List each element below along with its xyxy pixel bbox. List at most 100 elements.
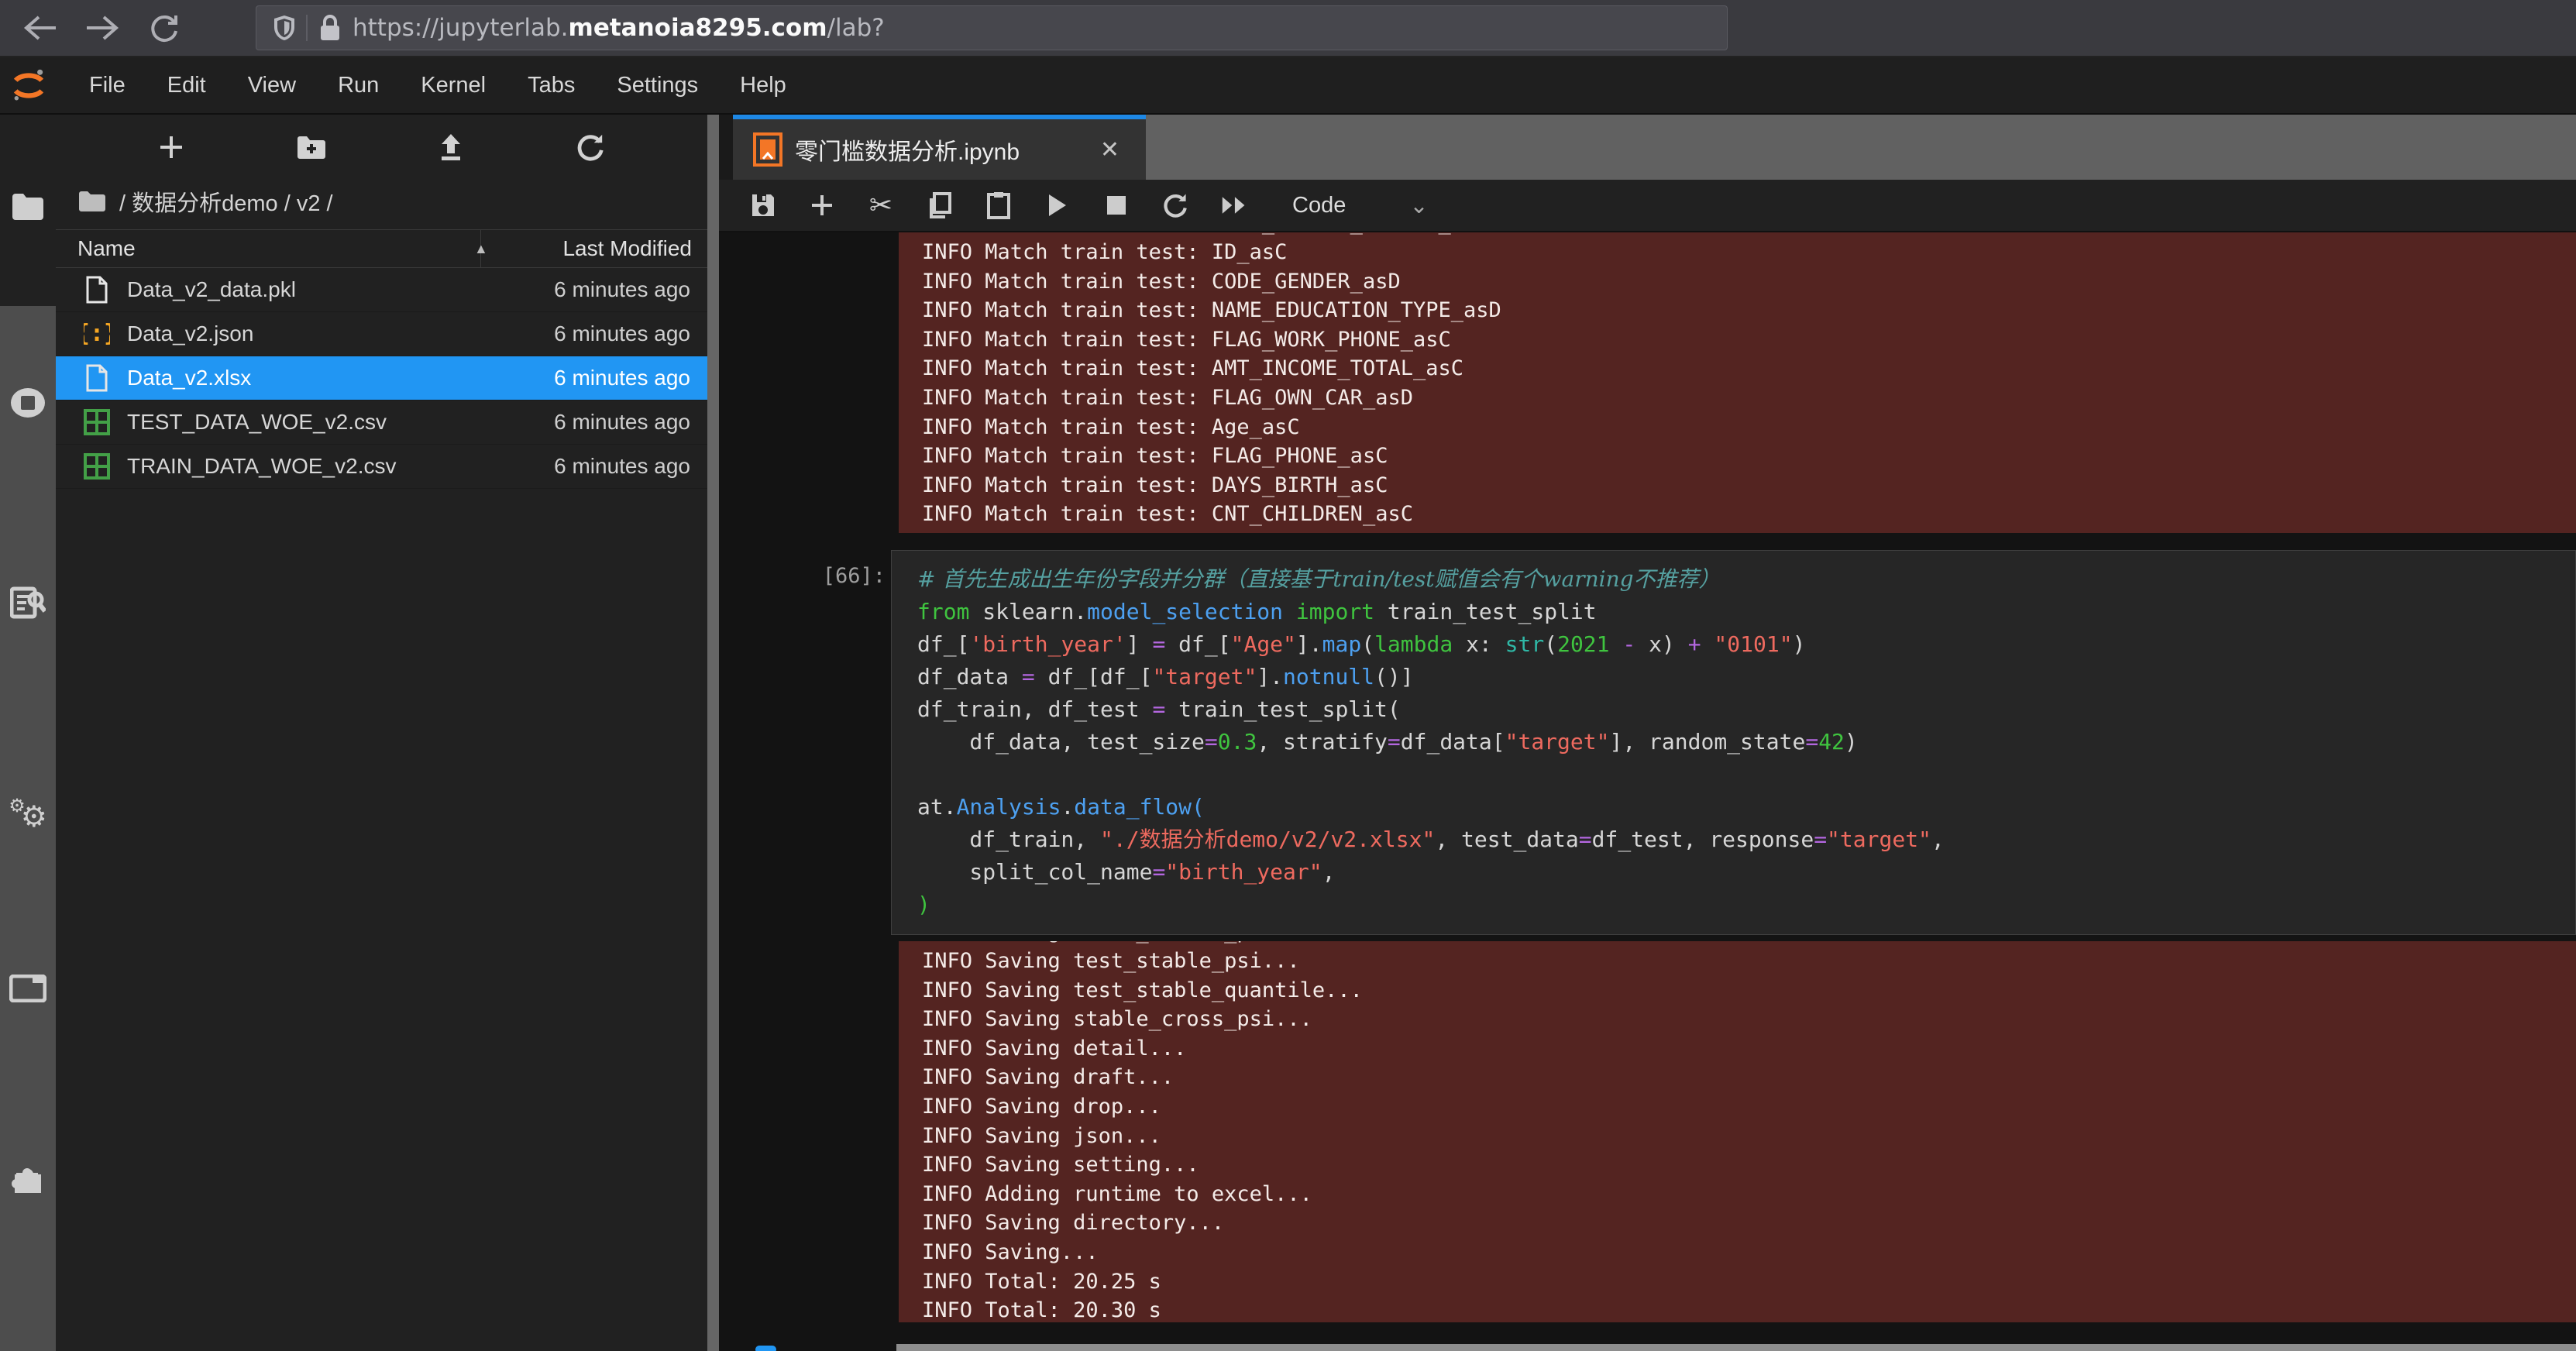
output-line: INFO Match train test: DAYS_BIRTH_asC (922, 471, 2576, 500)
output-line: INFO Saving json... (922, 1122, 2576, 1151)
svg-text:{:}: {:} (84, 320, 110, 347)
code-line: df_train, "./数据分析demo/v2/v2.xlsx", test_… (917, 823, 2575, 856)
notebook-tab[interactable]: 零门槛数据分析.ipynb ✕ (733, 115, 1146, 180)
new-folder-icon[interactable] (296, 134, 327, 160)
home-folder-icon[interactable] (77, 190, 107, 213)
file-name: Data_v2.xlsx (127, 366, 554, 390)
property-inspector-icon[interactable]: ⚙⚙ (0, 795, 56, 834)
tracking-shield-icon[interactable] (273, 15, 295, 41)
next-cell-top-edge (896, 1344, 2576, 1351)
output-line: INFO Match train test: Age_asC (922, 413, 2576, 442)
sort-by-modified-header[interactable]: Last Modified (480, 230, 707, 267)
output-line: INFO Saving draft... (922, 1063, 2576, 1092)
tab-title: 零门槛数据分析.ipynb (795, 132, 1100, 167)
restart-kernel-icon[interactable] (1162, 192, 1188, 218)
tab-close-icon[interactable]: ✕ (1100, 136, 1119, 163)
menu-file[interactable]: File (68, 73, 146, 98)
next-cell-collapser[interactable] (755, 1346, 776, 1351)
output-line: INFO Total: 20.30 s (922, 1296, 2576, 1322)
menu-items: FileEditViewRunKernelTabsSettingsHelp (46, 73, 807, 98)
output-line: INFO Saving test_stable_quantile... (922, 976, 2576, 1006)
code-line: from sklearn.model_selection import trai… (917, 596, 2575, 628)
sort-by-name-header[interactable]: Name (56, 236, 480, 261)
copy-cells-icon[interactable] (927, 192, 953, 218)
refresh-icon[interactable] (576, 132, 605, 162)
file-file-icon (84, 364, 110, 392)
output-line-clipped: INFO Match train test: NAME_FAMILY_STATU… (922, 232, 2576, 238)
sort-ascending-icon[interactable]: ▲ (474, 241, 488, 257)
command-palette-icon[interactable] (0, 586, 56, 620)
file-name: TRAIN_DATA_WOE_v2.csv (127, 454, 554, 479)
open-tabs-icon[interactable] (0, 975, 56, 1002)
extension-manager-icon[interactable] (0, 1159, 56, 1195)
output-line: INFO Saving... (922, 1238, 2576, 1267)
menu-run[interactable]: Run (317, 73, 400, 98)
browser-toolbar: https://jupyterlab.metanoia8295.com/lab? (0, 0, 2576, 57)
cell-output-stderr: INFO Saving train_stable_psi...INFO Savi… (899, 941, 2576, 1322)
upload-icon[interactable] (438, 132, 464, 162)
jupyter-logo-icon (11, 67, 46, 103)
address-bar[interactable]: https://jupyterlab.metanoia8295.com/lab? (256, 5, 1728, 50)
cell-output-stderr: INFO Match train test: NAME_FAMILY_STATU… (899, 232, 2576, 533)
dock-tab-bar: 零门槛数据分析.ipynb ✕ (719, 115, 2576, 180)
file-row[interactable]: Data_v2.xlsx6 minutes ago (56, 356, 707, 400)
code-line: df_data = df_[df_["target"].notnull()] (917, 661, 2575, 693)
file-row[interactable]: {:}Data_v2.json6 minutes ago (56, 312, 707, 356)
file-browser-toolbar (56, 115, 707, 180)
menu-kernel[interactable]: Kernel (400, 73, 507, 98)
lock-icon (320, 15, 340, 41)
new-launcher-icon[interactable] (158, 134, 184, 160)
menu-settings[interactable]: Settings (596, 73, 719, 98)
csv-file-icon (84, 408, 110, 436)
paste-cells-icon[interactable] (985, 191, 1012, 219)
breadcrumb-path[interactable]: / 数据分析demo / v2 / (119, 185, 333, 218)
file-modified: 6 minutes ago (554, 410, 707, 435)
code-cell-editor[interactable]: # 首先生成出生年份字段并分群（直接基于train/test赋值会有个warni… (891, 550, 2576, 935)
file-browser-panel: / 数据分析demo / v2 / Name ▲ Last Modified D… (56, 115, 707, 1351)
code-line: df_train, df_test = train_test_split( (917, 693, 2575, 726)
menu-view[interactable]: View (227, 73, 317, 98)
running-sessions-icon[interactable] (0, 384, 56, 421)
file-modified: 6 minutes ago (554, 321, 707, 346)
back-icon[interactable] (19, 6, 62, 50)
menu-edit[interactable]: Edit (146, 73, 227, 98)
cell-type-caret-icon[interactable]: ⌄ (1409, 192, 1428, 219)
panel-divider[interactable] (707, 115, 719, 1351)
jupyter-menubar: FileEditViewRunKernelTabsSettingsHelp (0, 57, 2576, 115)
save-icon[interactable] (750, 193, 776, 218)
url-text: https://jupyterlab.metanoia8295.com/lab? (353, 14, 885, 42)
file-row[interactable]: Data_v2_data.pkl6 minutes ago (56, 268, 707, 312)
forward-icon[interactable] (81, 6, 124, 50)
menu-help[interactable]: Help (719, 73, 807, 98)
run-all-icon[interactable] (1221, 194, 1247, 216)
add-cell-icon[interactable] (809, 194, 835, 217)
cell-type-select[interactable]: Code (1292, 193, 1346, 218)
file-row[interactable]: TEST_DATA_WOE_v2.csv6 minutes ago (56, 400, 707, 445)
execution-count: [66]: (796, 564, 886, 588)
stop-kernel-icon[interactable] (1103, 195, 1130, 215)
run-cell-icon[interactable] (1044, 193, 1071, 218)
output-line: INFO Match train test: CODE_GENDER_asD (922, 267, 2576, 297)
notebook-dock: 零门槛数据分析.ipynb ✕ ✂ (719, 115, 2576, 1351)
output-line: INFO Saving setting... (922, 1150, 2576, 1180)
output-line: INFO Match train test: CNT_CHILDREN_asC (922, 500, 2576, 529)
json-file-icon: {:} (84, 320, 110, 348)
output-line: INFO Total: 20.25 s (922, 1267, 2576, 1297)
address-bar-separator (306, 15, 308, 41)
file-row[interactable]: TRAIN_DATA_WOE_v2.csv6 minutes ago (56, 445, 707, 489)
code-line (917, 758, 2575, 791)
code-line: df_['birth_year'] = df_["Age"].map(lambd… (917, 628, 2575, 661)
file-browser-icon[interactable] (0, 192, 56, 220)
menu-tabs[interactable]: Tabs (507, 73, 596, 98)
output-line: INFO Saving directory... (922, 1208, 2576, 1238)
file-modified: 6 minutes ago (554, 454, 707, 479)
code-line: ) (917, 889, 2575, 921)
cut-cells-icon[interactable]: ✂ (868, 189, 894, 222)
reload-icon[interactable] (143, 6, 186, 50)
code-line: # 首先生成出生年份字段并分群（直接基于train/test赋值会有个warni… (917, 563, 2575, 596)
tab-bar-left-gap (719, 115, 733, 180)
output-line: INFO Match train test: AMT_INCOME_TOTAL_… (922, 354, 2576, 383)
breadcrumb[interactable]: / 数据分析demo / v2 / (56, 180, 707, 223)
code-line: at.Analysis.data_flow( (917, 791, 2575, 823)
output-line: INFO Saving stable_cross_psi... (922, 1005, 2576, 1034)
